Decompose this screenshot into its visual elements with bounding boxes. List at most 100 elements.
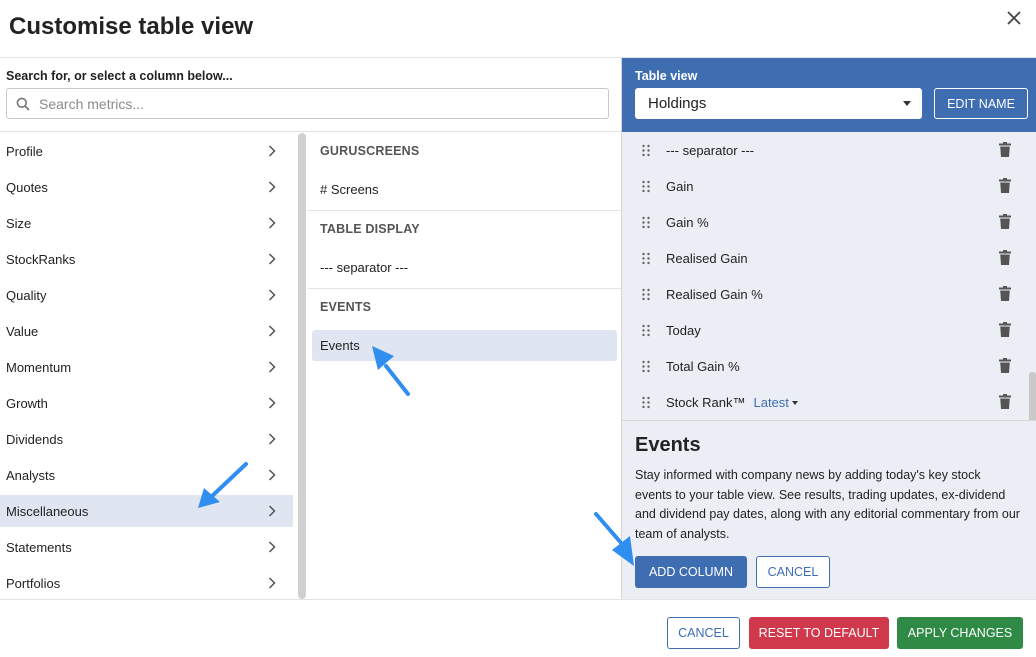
drag-handle-icon[interactable]	[641, 324, 651, 337]
column-name: Realised Gain	[666, 250, 748, 266]
chevron-right-icon	[268, 397, 276, 409]
category-label: Value	[6, 323, 39, 339]
column-name-text: Stock Rank™	[666, 394, 746, 410]
column-row[interactable]: Realised Gain %	[622, 276, 1029, 312]
search-input[interactable]	[39, 89, 599, 118]
reset-to-default-button[interactable]: RESET TO DEFAULT	[749, 617, 889, 649]
category-item-value[interactable]: Value	[0, 315, 293, 347]
column-name: Realised Gain %	[666, 286, 763, 302]
column-row[interactable]: --- separator ---	[622, 132, 1029, 168]
drag-handle-icon[interactable]	[641, 144, 651, 157]
table-view-select[interactable]: Holdings	[635, 88, 922, 119]
metric-item-screens[interactable]: # Screens	[312, 174, 617, 205]
search-label: Search for, or select a column below...	[6, 69, 233, 83]
column-name: Total Gain %	[666, 358, 740, 374]
column-name: Gain %	[666, 214, 709, 230]
chevron-right-icon	[268, 217, 276, 229]
category-item-dividends[interactable]: Dividends	[0, 423, 293, 455]
category-item-momentum[interactable]: Momentum	[0, 351, 293, 383]
drag-handle-icon[interactable]	[641, 360, 651, 373]
category-item-quotes[interactable]: Quotes	[0, 171, 293, 203]
trash-icon[interactable]	[999, 250, 1011, 265]
trash-icon[interactable]	[999, 358, 1011, 373]
category-item-miscellaneous[interactable]: Miscellaneous	[0, 495, 293, 527]
section-header-guruscreens: GURUSCREENS	[320, 144, 420, 158]
detail-cancel-button[interactable]: CANCEL	[756, 556, 830, 588]
close-icon[interactable]	[1002, 6, 1026, 30]
chevron-right-icon	[268, 145, 276, 157]
drag-handle-icon[interactable]	[641, 216, 651, 229]
category-label: Dividends	[6, 431, 64, 447]
column-row[interactable]: Gain %	[622, 204, 1029, 240]
edit-name-button[interactable]: EDIT NAME	[934, 88, 1028, 119]
detail-description: Stay informed with company news by addin…	[635, 468, 1020, 541]
metric-detail: Events Stay informed with company news b…	[622, 420, 1036, 599]
drag-handle-icon[interactable]	[641, 180, 651, 193]
category-list: Profile Quotes Size StockRanks Quality V…	[0, 133, 295, 599]
search-area: Search for, or select a column below...	[0, 58, 621, 132]
metric-item-events[interactable]: Events	[312, 330, 617, 361]
dialog-title: Customise table view	[9, 13, 254, 40]
trash-icon[interactable]	[999, 142, 1011, 157]
chevron-right-icon	[268, 325, 276, 337]
caret-down-icon	[903, 101, 911, 106]
search-box[interactable]	[6, 88, 609, 119]
column-row[interactable]: Today	[622, 312, 1029, 348]
trash-icon[interactable]	[999, 322, 1011, 337]
section-header-events: EVENTS	[320, 300, 372, 314]
chevron-right-icon	[268, 541, 276, 553]
category-item-statements[interactable]: Statements	[0, 531, 293, 563]
category-item-stockranks[interactable]: StockRanks	[0, 243, 293, 275]
dialog-footer: CANCEL RESET TO DEFAULT APPLY CHANGES	[0, 599, 1036, 657]
category-label: Quotes	[6, 179, 48, 195]
cancel-button[interactable]: CANCEL	[667, 617, 740, 649]
table-view-header: Table view Holdings EDIT NAME	[622, 58, 1036, 132]
column-name: Gain	[666, 178, 694, 194]
category-label: Profile	[6, 143, 43, 159]
stock-rank-option-dropdown[interactable]: Latest	[753, 394, 798, 410]
stock-rank-option-label: Latest	[753, 394, 789, 410]
chevron-right-icon	[268, 469, 276, 481]
category-scrollbar[interactable]	[298, 133, 306, 599]
category-label: Quality	[6, 287, 47, 303]
trash-icon[interactable]	[999, 214, 1011, 229]
divider	[308, 288, 621, 289]
category-label: Miscellaneous	[6, 503, 89, 519]
search-icon	[16, 97, 30, 111]
category-item-quality[interactable]: Quality	[0, 279, 293, 311]
category-label: Statements	[6, 539, 72, 555]
metric-item-separator[interactable]: --- separator ---	[312, 252, 617, 283]
chevron-right-icon	[268, 181, 276, 193]
column-name: Stock Rank™ Latest	[666, 395, 798, 410]
chevron-right-icon	[268, 577, 276, 589]
chevron-right-icon	[268, 361, 276, 373]
column-row[interactable]: Stock Rank™ Latest	[622, 384, 1029, 420]
columns-scrollbar[interactable]	[1029, 372, 1036, 420]
category-item-profile[interactable]: Profile	[0, 135, 293, 167]
category-item-portfolios[interactable]: Portfolios	[0, 567, 293, 599]
category-label: Size	[6, 215, 32, 231]
category-label: Portfolios	[6, 575, 61, 591]
category-item-analysts[interactable]: Analysts	[0, 459, 293, 491]
chevron-right-icon	[268, 505, 276, 517]
column-name: Today	[666, 322, 701, 338]
trash-icon[interactable]	[999, 178, 1011, 193]
column-row[interactable]: Total Gain %	[622, 348, 1029, 384]
chevron-right-icon	[268, 289, 276, 301]
drag-handle-icon[interactable]	[641, 252, 651, 265]
column-row[interactable]: Gain	[622, 168, 1029, 204]
drag-handle-icon[interactable]	[641, 396, 651, 409]
category-label: Momentum	[6, 359, 72, 375]
customise-table-view-dialog: Customise table view Search for, or sele…	[0, 0, 1036, 657]
metric-list: GURUSCREENS # Screens TABLE DISPLAY --- …	[308, 133, 621, 599]
category-item-size[interactable]: Size	[0, 207, 293, 239]
trash-icon[interactable]	[999, 286, 1011, 301]
trash-icon[interactable]	[999, 394, 1011, 409]
drag-handle-icon[interactable]	[641, 288, 651, 301]
add-column-button[interactable]: ADD COLUMN	[635, 556, 747, 588]
chevron-right-icon	[268, 433, 276, 445]
section-header-table-display: TABLE DISPLAY	[320, 222, 420, 236]
apply-changes-button[interactable]: APPLY CHANGES	[897, 617, 1023, 649]
column-row[interactable]: Realised Gain	[622, 240, 1029, 276]
category-item-growth[interactable]: Growth	[0, 387, 293, 419]
